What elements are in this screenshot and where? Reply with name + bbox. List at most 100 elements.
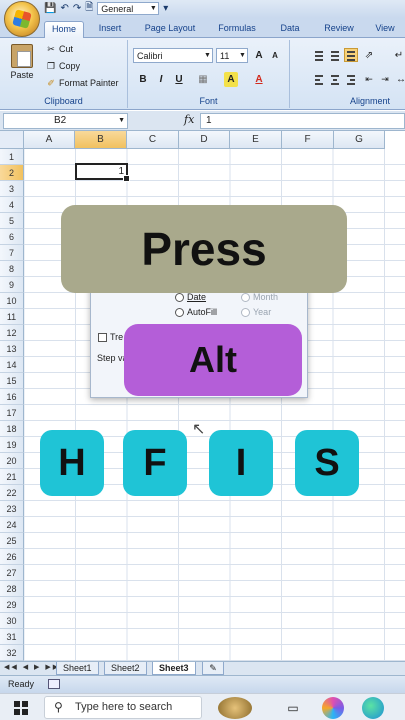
tab-formulas[interactable]: Formulas xyxy=(212,21,262,38)
column-header-f[interactable]: F xyxy=(282,131,334,149)
tab-view[interactable]: View xyxy=(368,21,402,38)
formula-input[interactable]: 1 xyxy=(200,113,405,129)
row-header-9[interactable]: 9 xyxy=(0,277,24,293)
row-header-2[interactable]: 2 xyxy=(0,165,24,181)
row-header-8[interactable]: 8 xyxy=(0,261,24,277)
month-option[interactable]: Month xyxy=(241,292,278,302)
underline-button[interactable]: U xyxy=(172,72,186,87)
column-header-a[interactable]: A xyxy=(24,131,75,149)
shrink-font-button[interactable]: A xyxy=(268,48,282,63)
name-box[interactable]: B2 ▼ xyxy=(3,113,128,129)
row-header-29[interactable]: 29 xyxy=(0,597,24,613)
row-header-30[interactable]: 30 xyxy=(0,613,24,629)
column-header-e[interactable]: E xyxy=(230,131,282,149)
fill-color-button[interactable]: A xyxy=(224,72,238,87)
align-top-icon[interactable] xyxy=(312,48,326,62)
increase-indent-icon[interactable]: ⇥ xyxy=(378,72,392,87)
tab-page-layout[interactable]: Page Layout xyxy=(140,21,200,38)
row-header-22[interactable]: 22 xyxy=(0,485,24,501)
year-option[interactable]: Year xyxy=(241,307,271,317)
tab-review[interactable]: Review xyxy=(318,21,360,38)
merge-center-icon[interactable]: ↔ xyxy=(394,72,405,87)
insert-function-button[interactable]: fx xyxy=(184,113,194,126)
date-option[interactable]: Date xyxy=(175,292,206,302)
print-preview-icon[interactable]: 🗎 xyxy=(85,0,93,17)
office-button[interactable] xyxy=(4,1,40,37)
copy-button[interactable]: ❐ Copy xyxy=(46,61,80,71)
select-all-corner[interactable] xyxy=(0,131,24,149)
row-header-17[interactable]: 17 xyxy=(0,405,24,421)
sheet-nav-arrows-icon[interactable]: ◀◀ ◀ ▶ ▶▶ xyxy=(4,663,60,671)
column-header-b[interactable]: B xyxy=(75,131,127,149)
align-center-icon[interactable] xyxy=(328,72,342,86)
row-header-13[interactable]: 13 xyxy=(0,341,24,357)
taskbar-search-box[interactable]: ⚲ Type here to search xyxy=(44,696,202,719)
autofill-option[interactable]: AutoFill xyxy=(175,307,217,317)
task-view-icon[interactable]: ▭ xyxy=(282,697,304,719)
row-header-32[interactable]: 32 xyxy=(0,645,24,661)
edge-browser-icon[interactable] xyxy=(362,697,384,719)
sheet-tab-sheet2[interactable]: Sheet2 xyxy=(104,662,147,675)
save-icon[interactable]: 💾 xyxy=(44,3,56,14)
format-painter-button[interactable]: ✐ Format Painter xyxy=(46,78,118,88)
row-header-18[interactable]: 18 xyxy=(0,421,24,437)
row-header-1[interactable]: 1 xyxy=(0,149,24,165)
column-header-d[interactable]: D xyxy=(179,131,230,149)
row-header-3[interactable]: 3 xyxy=(0,181,24,197)
row-header-31[interactable]: 31 xyxy=(0,629,24,645)
align-middle-icon[interactable] xyxy=(328,48,342,62)
align-bottom-icon[interactable] xyxy=(344,48,358,62)
tab-data[interactable]: Data xyxy=(274,21,306,38)
sheet-tab-sheet1[interactable]: Sheet1 xyxy=(56,662,99,675)
undo-icon[interactable]: ↶ xyxy=(60,3,68,14)
align-right-icon[interactable] xyxy=(344,72,358,86)
row-header-11[interactable]: 11 xyxy=(0,309,24,325)
row-header-19[interactable]: 19 xyxy=(0,437,24,453)
row-header-12[interactable]: 12 xyxy=(0,325,24,341)
app-thumbnail-icon[interactable] xyxy=(218,697,252,719)
font-color-button[interactable]: A xyxy=(252,72,266,87)
tab-home[interactable]: Home xyxy=(44,21,84,38)
row-header-20[interactable]: 20 xyxy=(0,453,24,469)
sheet-tab-sheet3[interactable]: Sheet3 xyxy=(152,662,196,675)
customize-qat-icon[interactable]: ▾ xyxy=(163,3,168,14)
insert-sheet-icon[interactable]: ✎ xyxy=(202,662,224,675)
row-header-27[interactable]: 27 xyxy=(0,565,24,581)
font-name-box[interactable]: Calibri ▼ xyxy=(133,48,213,63)
trend-checkbox[interactable]: Tre xyxy=(98,332,123,342)
copilot-icon[interactable] xyxy=(322,697,344,719)
row-header-15[interactable]: 15 xyxy=(0,373,24,389)
italic-button[interactable]: I xyxy=(154,72,168,87)
orientation-icon[interactable]: ⇗ xyxy=(362,48,376,63)
windows-start-icon[interactable] xyxy=(14,701,28,715)
macro-record-icon[interactable] xyxy=(48,679,60,689)
row-header-5[interactable]: 5 xyxy=(0,213,24,229)
borders-icon[interactable]: ▦ xyxy=(196,72,210,87)
row-header-10[interactable]: 10 xyxy=(0,293,24,309)
paste-button[interactable]: Paste xyxy=(8,44,36,80)
redo-icon[interactable]: ↷ xyxy=(73,3,81,14)
cut-button[interactable]: ✂ Cut xyxy=(46,44,73,54)
font-size-box[interactable]: 11 ▼ xyxy=(216,48,248,63)
align-left-icon[interactable] xyxy=(312,72,326,86)
row-header-26[interactable]: 26 xyxy=(0,549,24,565)
row-header-24[interactable]: 24 xyxy=(0,517,24,533)
row-header-7[interactable]: 7 xyxy=(0,245,24,261)
row-header-4[interactable]: 4 xyxy=(0,197,24,213)
row-header-23[interactable]: 23 xyxy=(0,501,24,517)
number-format-combo[interactable]: General ▼ xyxy=(97,2,160,15)
row-header-28[interactable]: 28 xyxy=(0,581,24,597)
wrap-text-icon[interactable]: ↵ xyxy=(392,48,405,63)
row-header-25[interactable]: 25 xyxy=(0,533,24,549)
row-header-6[interactable]: 6 xyxy=(0,229,24,245)
active-cell-b2[interactable]: 1 xyxy=(75,163,130,182)
row-header-21[interactable]: 21 xyxy=(0,469,24,485)
column-header-c[interactable]: C xyxy=(127,131,179,149)
row-header-16[interactable]: 16 xyxy=(0,389,24,405)
column-header-g[interactable]: G xyxy=(334,131,385,149)
grow-font-button[interactable]: A xyxy=(252,48,266,63)
bold-button[interactable]: B xyxy=(136,72,150,87)
decrease-indent-icon[interactable]: ⇤ xyxy=(362,72,376,87)
tab-insert[interactable]: Insert xyxy=(92,21,128,38)
row-header-14[interactable]: 14 xyxy=(0,357,24,373)
